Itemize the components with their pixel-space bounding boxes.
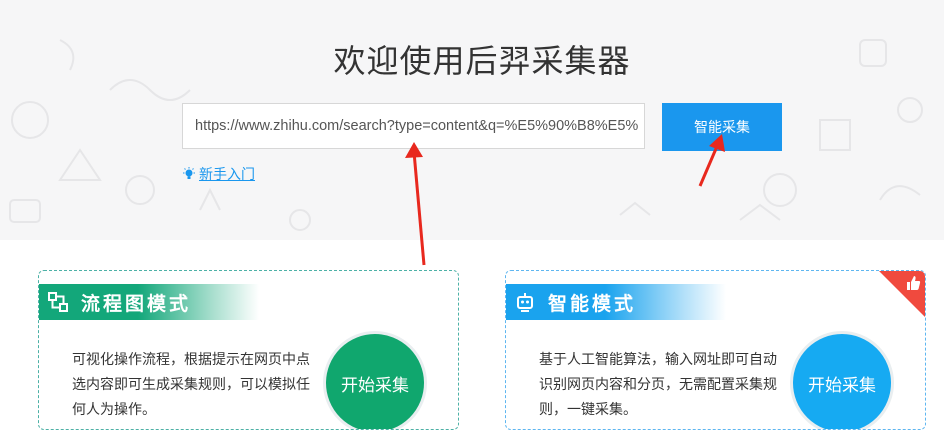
card-description: 可视化操作流程，根据提示在网页中点选内容即可生成采集规则，可以模拟任何人为操作。 (72, 351, 310, 417)
url-input[interactable] (182, 103, 645, 149)
flowchart-icon (48, 292, 68, 312)
smart-collect-button[interactable]: 智能采集 (662, 103, 782, 151)
flowchart-mode-card: 流程图模式 可视化操作流程，根据提示在网页中点选内容即可生成采集规则，可以模拟任… (38, 270, 459, 430)
flowchart-mode-header: 流程图模式 (39, 284, 259, 320)
beginner-guide-label: 新手入门 (199, 166, 255, 182)
lightbulb-icon (183, 167, 195, 179)
start-collect-button[interactable]: 开始采集 (323, 331, 427, 429)
card-title: 智能模式 (548, 293, 637, 315)
page-title: 欢迎使用后羿采集器 (333, 43, 631, 79)
card-description: 基于人工智能算法，输入网址即可自动识别网页内容和分页，无需配置采集规则，一键采集… (539, 351, 777, 417)
beginner-guide-link[interactable]: 新手入门 (182, 164, 255, 184)
thumbs-up-icon (907, 276, 921, 290)
smart-mode-header: 智能模式 (506, 284, 726, 320)
start-collect-button[interactable]: 开始采集 (790, 331, 894, 429)
robot-icon (517, 293, 533, 312)
smart-mode-card: 智能模式 基于人工智能算法，输入网址即可自动识别网页内容和分页，无需配置采集规则… (505, 270, 926, 430)
card-title: 流程图模式 (81, 293, 192, 315)
